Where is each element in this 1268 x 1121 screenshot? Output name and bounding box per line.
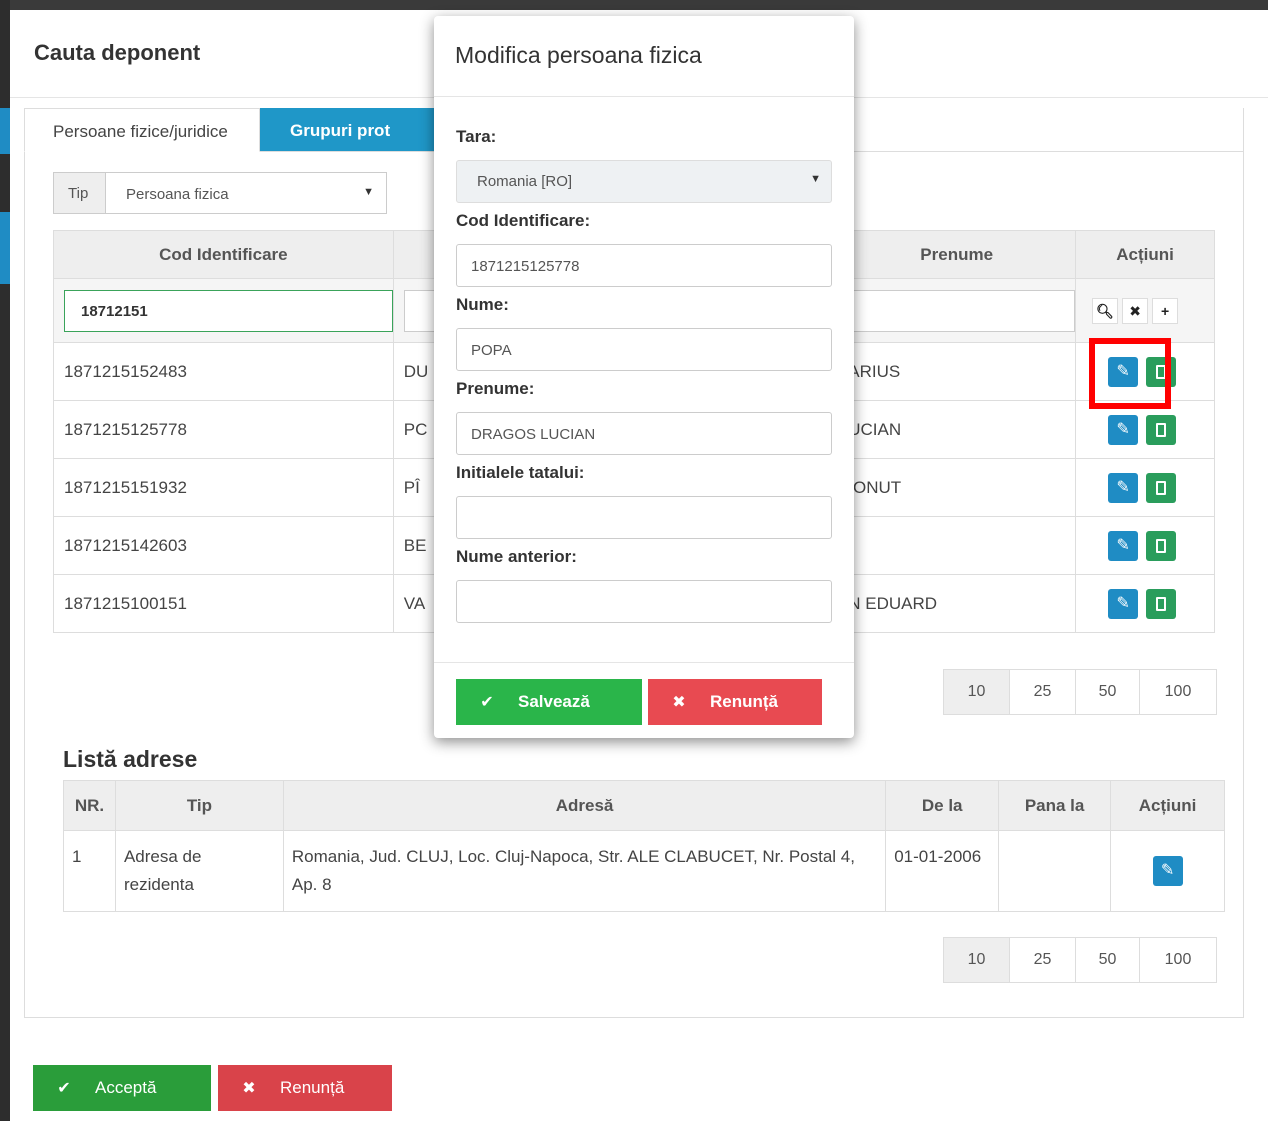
check-icon: ✔ xyxy=(480,694,494,711)
trash-icon[interactable] xyxy=(1146,588,1177,619)
col-pana-la: Pana la xyxy=(998,780,1112,831)
country-value: Romania [RO] xyxy=(477,173,573,190)
background-top xyxy=(0,0,1268,10)
col-actions: Acțiuni xyxy=(1075,230,1215,279)
cancel-button[interactable]: ✖ Renunță xyxy=(218,1065,392,1111)
page-size-100[interactable]: 100 xyxy=(1140,938,1216,982)
cell-tip: Adresa de rezidenta xyxy=(114,830,284,912)
cell-nr: 1 xyxy=(63,830,116,912)
type-value-text: Persoana fizica xyxy=(126,186,229,203)
modal-cancel-label: Renunță xyxy=(710,692,778,711)
col-adresa: Adresă xyxy=(282,780,887,831)
cell-prenume: IONUT xyxy=(837,458,1077,517)
cancel-label: Renunță xyxy=(280,1078,345,1097)
anterior-input[interactable] xyxy=(456,580,832,623)
type-label: Tip xyxy=(54,173,106,213)
col-cod[interactable]: Cod Identificare xyxy=(53,230,394,279)
pager-addresses: 10 25 50 100 xyxy=(943,937,1217,983)
cell-prenume: UCIAN xyxy=(837,400,1077,459)
check-icon: ✔ xyxy=(57,1080,71,1097)
nume-input[interactable]: POPA xyxy=(456,328,832,371)
tab-persons[interactable]: Persoane fizice/juridice xyxy=(24,108,260,152)
cell-prenume xyxy=(837,516,1077,575)
cell-pana-la xyxy=(998,830,1112,912)
cell-cod: 1871215125778 xyxy=(53,400,394,459)
page-size-100[interactable]: 100 xyxy=(1140,670,1216,714)
caret-down-icon: ▼ xyxy=(810,173,821,185)
pager-persons: 10 25 50 100 xyxy=(943,669,1217,715)
modal-footer: ✔ Salvează ✖ Renunță xyxy=(434,662,854,738)
cell-cod: 1871215142603 xyxy=(53,516,394,575)
pencil-icon[interactable]: ✎ xyxy=(1152,856,1183,886)
trash-icon[interactable] xyxy=(1146,530,1177,561)
col-prenume[interactable]: Prenume xyxy=(837,230,1077,279)
filter-cod-input[interactable]: 18712151 xyxy=(64,289,393,332)
col-nr: NR. xyxy=(63,780,116,831)
trash-icon[interactable] xyxy=(1146,414,1177,445)
cell-de-la: 01-01-2006 xyxy=(885,830,1000,912)
prenume-input[interactable]: DRAGOS LUCIAN xyxy=(456,412,832,455)
background-accent xyxy=(0,212,10,284)
initiale-input[interactable] xyxy=(456,496,832,539)
addresses-table: NR. Tip Adresă De la Pana la Acțiuni 1 A… xyxy=(63,780,1225,912)
background-left xyxy=(0,0,10,1121)
cod-label: Cod Identificare: xyxy=(456,211,591,230)
anterior-label: Nume anterior: xyxy=(456,547,577,566)
cell-cod: 1871215152483 xyxy=(53,342,394,401)
country-label: Tara: xyxy=(456,127,497,146)
nume-label: Nume: xyxy=(456,295,509,314)
cod-input[interactable]: 1871215125778 xyxy=(456,244,832,287)
page-size-50[interactable]: 50 xyxy=(1076,670,1140,714)
edit-person-modal: Modifica persoana fizica Tara: Romania [… xyxy=(434,16,854,738)
country-select[interactable]: Romania [RO] ▼ xyxy=(456,160,832,203)
accept-label: Acceptă xyxy=(95,1078,157,1097)
clear-icon[interactable]: ✖ xyxy=(1122,297,1149,324)
modal-header: Modifica persoana fizica xyxy=(434,16,854,97)
col-tip: Tip xyxy=(114,780,284,831)
tab-groups[interactable]: Grupuri prot xyxy=(260,108,460,152)
page-size-25[interactable]: 25 xyxy=(1010,938,1076,982)
cell-cod: 1871215151932 xyxy=(53,458,394,517)
pencil-icon[interactable]: ✎ xyxy=(1108,530,1139,561)
initiale-label: Initialele tatalui: xyxy=(456,463,585,482)
cell-prenume: ARIUS xyxy=(837,342,1077,401)
close-icon: ✖ xyxy=(672,694,686,711)
search-icon[interactable]: 🔍︎ xyxy=(1092,297,1119,324)
addresses-title: Listă adrese xyxy=(63,746,198,772)
cell-cod: 1871215100151 xyxy=(53,574,394,633)
col-de-la: De la xyxy=(885,780,1000,831)
plus-icon[interactable]: + xyxy=(1152,297,1179,324)
pencil-icon[interactable]: ✎ xyxy=(1108,588,1139,619)
cell-adresa: Romania, Jud. CLUJ, Loc. Cluj-Napoca, St… xyxy=(282,830,887,912)
accept-button[interactable]: ✔ Acceptă xyxy=(33,1065,211,1111)
trash-icon[interactable] xyxy=(1146,472,1177,503)
highlight-box xyxy=(1089,338,1171,409)
cell-prenume: N EDUARD xyxy=(837,574,1077,633)
table-row[interactable]: 1 Adresa de rezidenta Romania, Jud. CLUJ… xyxy=(63,830,1225,912)
pencil-icon[interactable]: ✎ xyxy=(1108,472,1139,503)
page-size-10[interactable]: 10 xyxy=(944,938,1010,982)
page-size-50[interactable]: 50 xyxy=(1076,938,1140,982)
prenume-label: Prenume: xyxy=(456,379,535,398)
tabs: Persoane fizice/juridice Grupuri prot xyxy=(24,108,460,152)
close-icon: ✖ xyxy=(242,1080,256,1097)
type-select[interactable]: Tip Persoana fizica ▼ xyxy=(53,172,387,214)
page-size-25[interactable]: 25 xyxy=(1010,670,1076,714)
page-size-10[interactable]: 10 xyxy=(944,670,1010,714)
save-label: Salvează xyxy=(518,692,590,711)
type-value[interactable]: Persoana fizica ▼ xyxy=(106,173,386,213)
modal-body: Tara: Romania [RO] ▼ Cod Identificare: 1… xyxy=(434,97,854,623)
filter-prenume-input[interactable] xyxy=(848,289,1076,332)
save-button[interactable]: ✔ Salvează xyxy=(456,679,642,725)
modal-title: Modifica persoana fizica xyxy=(455,42,702,68)
modal-cancel-button[interactable]: ✖ Renunță xyxy=(648,679,822,725)
background-accent xyxy=(0,108,10,154)
pencil-icon[interactable]: ✎ xyxy=(1108,414,1139,445)
caret-down-icon: ▼ xyxy=(363,186,374,198)
col-actions: Acțiuni xyxy=(1110,780,1225,831)
